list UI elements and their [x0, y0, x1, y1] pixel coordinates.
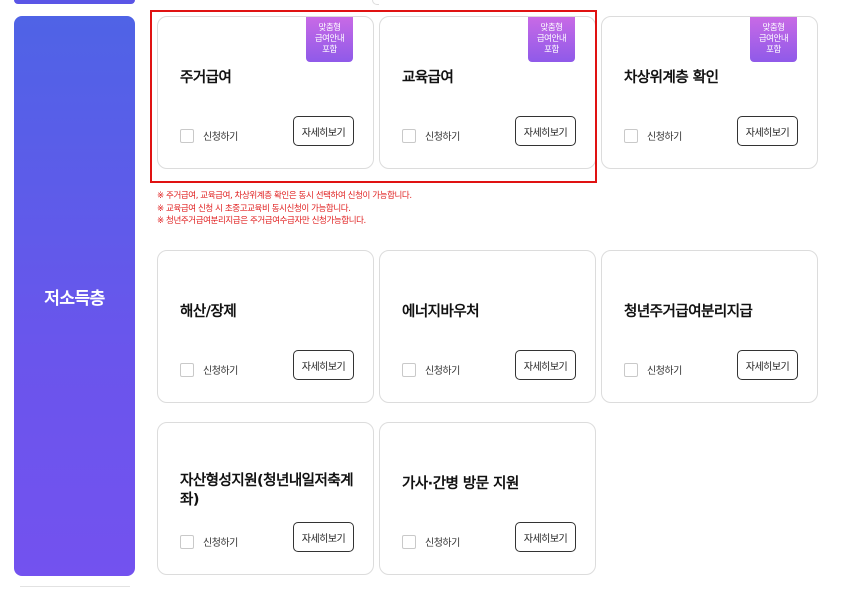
details-button[interactable]: 자세히보기 [737, 116, 798, 146]
card-title: 해산/장제 [180, 304, 237, 320]
apply-checkbox[interactable] [624, 128, 638, 143]
service-card-education-benefit: 맞춤형 급여안내 포함 교육급여 신청하기 자세히보기 [379, 16, 596, 169]
details-button[interactable]: 자세히보기 [737, 350, 798, 380]
apply-checkbox[interactable] [180, 362, 194, 377]
custom-benefit-badge: 맞춤형 급여안내 포함 [750, 17, 797, 62]
notice-line: ※ 청년주거급여분리지급은 주거급여수급자만 신청가능합니다. [157, 216, 366, 226]
apply-checkbox-row[interactable]: 신청하기 [402, 534, 460, 549]
custom-benefit-badge: 맞춤형 급여안내 포함 [306, 17, 353, 62]
service-card-youth-housing-split: 청년주거급여분리지급 신청하기 자세히보기 [601, 250, 818, 403]
apply-checkbox-row[interactable]: 신청하기 [180, 534, 238, 549]
previous-category-edge [14, 0, 135, 4]
apply-checkbox-row[interactable]: 신청하기 [624, 362, 682, 377]
service-card-near-poverty-check: 맞춤형 급여안내 포함 차상위계층 확인 신청하기 자세히보기 [601, 16, 818, 169]
apply-checkbox-row[interactable]: 신청하기 [180, 362, 238, 377]
apply-checkbox-row[interactable]: 신청하기 [402, 362, 460, 377]
previous-card-edge [372, 0, 379, 5]
apply-checkbox[interactable] [402, 128, 416, 143]
card-title: 에너지바우처 [402, 304, 480, 320]
apply-checkbox[interactable] [180, 128, 194, 143]
service-card-childbirth-funeral: 해산/장제 신청하기 자세히보기 [157, 250, 374, 403]
custom-benefit-badge: 맞춤형 급여안내 포함 [528, 17, 575, 62]
notice-line: ※ 주거급여, 교육급여, 차상위계층 확인은 동시 선택하여 신청이 가능합니… [157, 191, 412, 201]
apply-checkbox-row[interactable]: 신청하기 [624, 128, 682, 143]
service-card-asset-formation: 자산형성지원(청년내일저축계좌) 신청하기 자세히보기 [157, 422, 374, 575]
apply-checkbox-label: 신청하기 [203, 132, 238, 143]
details-button[interactable]: 자세히보기 [515, 116, 576, 146]
card-title: 가사·간병 방문 지원 [402, 476, 519, 492]
card-title: 청년주거급여분리지급 [624, 304, 753, 320]
details-button[interactable]: 자세히보기 [515, 522, 576, 552]
service-card-energy-voucher: 에너지바우처 신청하기 자세히보기 [379, 250, 596, 403]
apply-checkbox[interactable] [624, 362, 638, 377]
apply-checkbox[interactable] [402, 362, 416, 377]
apply-checkbox-row[interactable]: 신청하기 [180, 128, 238, 143]
service-card-housing-benefit: 맞춤형 급여안내 포함 주거급여 신청하기 자세히보기 [157, 16, 374, 169]
apply-checkbox[interactable] [402, 534, 416, 549]
next-section-divider [20, 586, 130, 587]
details-button[interactable]: 자세히보기 [515, 350, 576, 380]
details-button[interactable]: 자세히보기 [293, 350, 354, 380]
apply-checkbox-label: 신청하기 [647, 366, 682, 377]
details-button[interactable]: 자세히보기 [293, 116, 354, 146]
category-label: 저소득층 [44, 288, 105, 309]
apply-checkbox-label: 신청하기 [425, 538, 460, 549]
service-card-home-care-visit: 가사·간병 방문 지원 신청하기 자세히보기 [379, 422, 596, 575]
apply-checkbox-label: 신청하기 [203, 538, 238, 549]
details-button[interactable]: 자세히보기 [293, 522, 354, 552]
apply-checkbox[interactable] [180, 534, 194, 549]
card-title: 주거급여 [180, 70, 232, 86]
notice-list: ※ 주거급여, 교육급여, 차상위계층 확인은 동시 선택하여 신청이 가능합니… [157, 190, 412, 228]
card-title: 차상위계층 확인 [624, 70, 719, 86]
apply-checkbox-label: 신청하기 [203, 366, 238, 377]
apply-checkbox-label: 신청하기 [647, 132, 682, 143]
card-title: 자산형성지원(청년내일저축계좌) [180, 473, 354, 508]
notice-line: ※ 교육급여 신청 시 초중고교육비 동시신청이 가능합니다. [157, 203, 351, 214]
category-panel-low-income: 저소득층 [14, 16, 135, 576]
apply-checkbox-label: 신청하기 [425, 132, 460, 143]
apply-checkbox-row[interactable]: 신청하기 [402, 128, 460, 143]
card-title: 교육급여 [402, 70, 454, 86]
apply-checkbox-label: 신청하기 [425, 366, 460, 377]
